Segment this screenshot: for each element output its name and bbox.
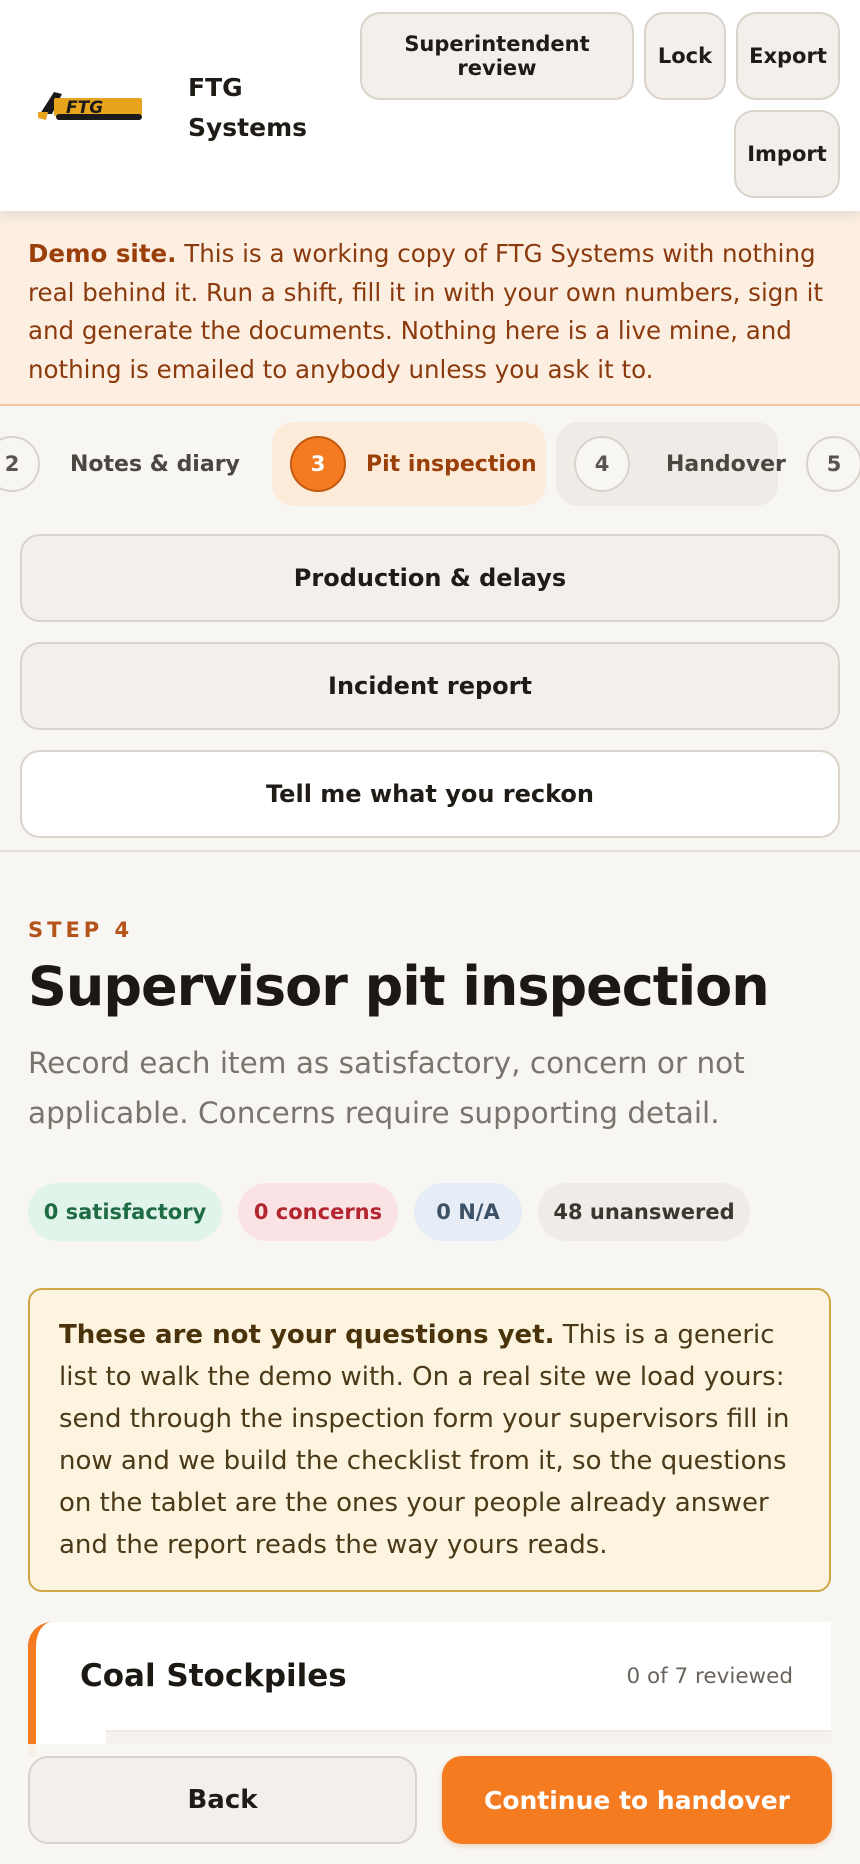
logo-text: FTG bbox=[66, 98, 103, 118]
satisfactory-count-badge: 0 satisfactory bbox=[28, 1183, 222, 1241]
notice-lead: These are not your questions yet. bbox=[59, 1320, 555, 1350]
superintendent-review-button[interactable]: Superintendent review bbox=[360, 12, 634, 100]
section-title: Coal Stockpiles bbox=[80, 1658, 347, 1694]
demo-banner-lead: Demo site. bbox=[28, 239, 177, 268]
step-track[interactable]: 2 Notes & diary 3 Pit inspection 4 Hando… bbox=[0, 422, 860, 506]
step-label: Notes & diary bbox=[70, 451, 240, 477]
app-header: FTG FTG Systems Superintendent review Lo… bbox=[0, 0, 860, 211]
step-handover[interactable]: 4 Handover bbox=[556, 422, 786, 506]
brand-line-2: Systems bbox=[188, 113, 308, 142]
page-subtitle: Record each item as satisfactory, concer… bbox=[28, 1046, 745, 1130]
na-count-badge: 0 N/A bbox=[414, 1183, 522, 1241]
ftg-excavator-logo-icon: FTG bbox=[38, 92, 142, 120]
concerns-count-badge: 0 concerns bbox=[238, 1183, 398, 1241]
unanswered-count-badge: 48 unanswered bbox=[538, 1183, 750, 1241]
step-pit-inspection[interactable]: 3 Pit inspection bbox=[272, 422, 546, 506]
step-number: 3 bbox=[290, 436, 346, 492]
step-number: 2 bbox=[0, 436, 40, 492]
continue-to-handover-button[interactable]: Continue to handover bbox=[442, 1756, 832, 1844]
export-button[interactable]: Export bbox=[736, 12, 840, 100]
section-coal-stockpiles[interactable]: Coal Stockpiles 0 of 7 reviewed bbox=[28, 1622, 831, 1757]
feedback-button[interactable]: Tell me what you reckon bbox=[20, 750, 840, 838]
step-5[interactable]: 5 bbox=[806, 422, 860, 506]
step-label: Handover bbox=[666, 451, 786, 477]
section-review-count: 0 of 7 reviewed bbox=[626, 1664, 793, 1689]
step-eyebrow: STEP 4 bbox=[28, 918, 134, 942]
brand-line-1: FTG bbox=[188, 73, 243, 102]
production-delays-button[interactable]: Production & delays bbox=[20, 534, 840, 622]
step-label: Pit inspection bbox=[366, 451, 537, 477]
lock-button[interactable]: Lock bbox=[644, 12, 726, 100]
generic-questions-notice: These are not your questions yet. This i… bbox=[28, 1288, 831, 1592]
step-number: 4 bbox=[574, 436, 630, 492]
notice-body: This is a generic list to walk the demo … bbox=[59, 1320, 790, 1560]
brand-name: FTG Systems bbox=[188, 68, 307, 148]
step-number: 5 bbox=[806, 436, 860, 492]
footer-actions: Back Continue to handover bbox=[0, 1744, 860, 1864]
incident-report-button[interactable]: Incident report bbox=[20, 642, 840, 730]
demo-banner: Demo site. This is a working copy of FTG… bbox=[0, 211, 860, 406]
page-title: Supervisor pit inspection bbox=[28, 955, 770, 1018]
step-notes-diary[interactable]: 2 Notes & diary bbox=[0, 422, 260, 506]
import-button[interactable]: Import bbox=[734, 110, 840, 198]
back-button[interactable]: Back bbox=[28, 1756, 417, 1844]
step-navigation: 2 Notes & diary 3 Pit inspection 4 Hando… bbox=[0, 406, 860, 852]
